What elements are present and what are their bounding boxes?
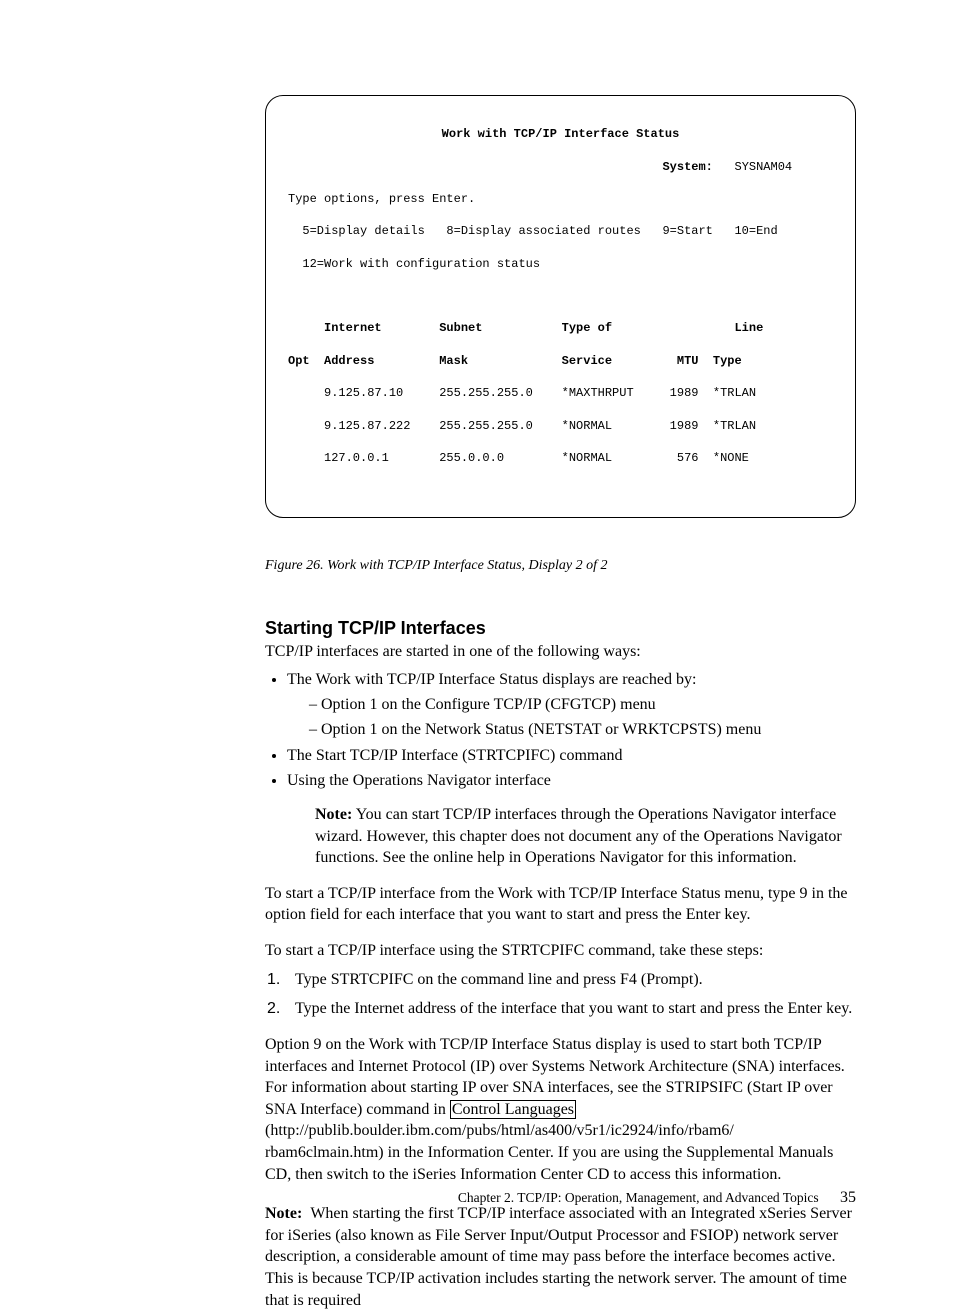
note-2-text: When starting the first TCP/IP interface… [265,1205,852,1308]
figure-caption: Figure 26. Work with TCP/IP Interface St… [265,558,856,574]
step-1: Type STRTCPIFC on the command line and p… [287,968,856,991]
para-3b: (http://publib.boulder.ibm.com/pubs/html… [265,1122,833,1182]
sub-dash-list: Option 1 on the Configure TCP/IP (CFGTCP… [287,693,856,741]
terminal-title: Work with TCP/IP Interface Status [288,126,833,142]
sub-dash-1: Option 1 on the Configure TCP/IP (CFGTCP… [309,693,856,716]
footer-page-number: 35 [840,1189,856,1206]
page-footer: Chapter 2. TCP/IP: Operation, Management… [458,1189,856,1207]
note-2-label: Note: [265,1205,302,1222]
para-1: To start a TCP/IP interface from the Wor… [265,883,856,926]
bullet-1: The Work with TCP/IP Interface Status di… [287,668,856,742]
control-languages-link[interactable]: Control Languages [450,1100,576,1119]
section-title: Starting TCP/IP Interfaces [265,618,856,639]
terminal-header-1: Internet Subnet Type of Line [288,320,833,336]
section-intro: TCP/IP interfaces are started in one of … [265,641,856,663]
note-2: Note: When starting the first TCP/IP int… [265,1203,856,1311]
terminal-instr-1: Type options, press Enter. [288,191,833,207]
note-1-text: You can start TCP/IP interfaces through … [315,806,842,866]
sub-dash-2: Option 1 on the Network Status (NETSTAT … [309,718,856,741]
page-root: Work with TCP/IP Interface Status System… [0,0,954,1235]
bullet-3: Using the Operations Navigator interface… [287,769,856,869]
step-2: Type the Internet address of the interfa… [287,997,856,1020]
terminal-system-line: System: SYSNAM04 [288,159,833,175]
footer-chapter: Chapter 2. TCP/IP: Operation, Management… [458,1190,819,1205]
terminal-row-1: 9.125.87.10 255.255.255.0 *MAXTHRPUT 198… [288,385,833,401]
steps-list: Type STRTCPIFC on the command line and p… [265,968,856,1020]
bullet-3-text: Using the Operations Navigator interface [287,772,551,789]
bullet-1-text: The Work with TCP/IP Interface Status di… [287,671,696,688]
bullet-list: The Work with TCP/IP Interface Status di… [265,668,856,869]
note-1: Note: You can start TCP/IP interfaces th… [315,804,856,869]
terminal-instr-3: 12=Work with configuration status [288,256,833,272]
terminal-row-2: 9.125.87.222 255.255.255.0 *NORMAL 1989 … [288,418,833,434]
terminal-instr-2: 5=Display details 8=Display associated r… [288,223,833,239]
terminal-header-2: Opt Address Mask Service MTU Type [288,353,833,369]
note-1-label: Note: [315,806,352,823]
system-label: System: [662,160,712,174]
terminal-blank [288,288,833,304]
para-3: Option 9 on the Work with TCP/IP Interfa… [265,1034,856,1185]
system-value: SYSNAM04 [735,160,793,174]
terminal-screen: Work with TCP/IP Interface Status System… [265,95,856,518]
bullet-2: The Start TCP/IP Interface (STRTCPIFC) c… [287,744,856,767]
para-2: To start a TCP/IP interface using the ST… [265,940,856,962]
terminal-row-3: 127.0.0.1 255.0.0.0 *NORMAL 576 *NONE [288,450,833,466]
